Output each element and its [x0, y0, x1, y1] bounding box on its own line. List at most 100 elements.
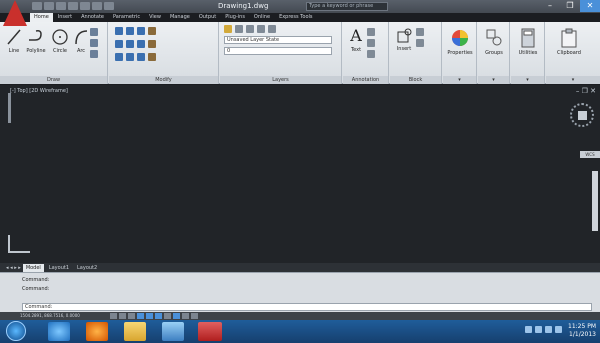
copy-icon[interactable] — [115, 40, 123, 48]
tab-manage[interactable]: Manage — [166, 13, 194, 22]
utilities-tool[interactable]: Utilities — [513, 28, 543, 56]
leader-icon[interactable] — [367, 39, 375, 47]
start-button[interactable] — [6, 321, 26, 341]
tray-network-icon[interactable] — [535, 326, 542, 333]
tray-power-icon[interactable] — [555, 326, 562, 333]
erase-icon[interactable] — [148, 27, 156, 35]
annotation-panel-title[interactable]: Annotation — [343, 76, 388, 84]
layer-state-dropdown[interactable]: Unsaved Layer State — [224, 36, 332, 44]
groups-tool[interactable]: Groups — [480, 28, 508, 56]
viewport-window-controls[interactable]: – ❐ ✕ — [576, 87, 596, 95]
tab-layout2[interactable]: Layout2 — [74, 264, 100, 272]
save-icon[interactable] — [56, 2, 66, 10]
open-icon[interactable] — [44, 2, 54, 10]
tab-online[interactable]: Online — [250, 13, 274, 22]
dynamic-input-icon[interactable] — [173, 313, 180, 319]
scale-icon[interactable] — [126, 53, 134, 61]
object-snap-icon[interactable] — [146, 313, 153, 319]
gradient-icon[interactable] — [90, 50, 98, 58]
tab-express-tools[interactable]: Express Tools — [275, 13, 316, 22]
properties-panel-arrow[interactable]: ▾ — [443, 76, 476, 84]
firefox-icon[interactable] — [86, 322, 108, 341]
tab-home[interactable]: Home — [30, 13, 53, 22]
offset-icon[interactable] — [148, 53, 156, 61]
tab-parametric[interactable]: Parametric — [109, 13, 144, 22]
stretch-icon[interactable] — [115, 53, 123, 61]
properties-tool[interactable]: Properties — [445, 28, 475, 56]
insert-tool[interactable]: Insert — [394, 28, 414, 52]
undo-icon[interactable] — [92, 2, 102, 10]
internet-explorer-icon[interactable] — [48, 322, 70, 341]
command-input[interactable]: Command: — [22, 303, 592, 311]
viewcube[interactable] — [570, 103, 594, 127]
tab-plugins[interactable]: Plug-ins — [221, 13, 249, 22]
layer-lock-icon[interactable] — [268, 25, 276, 33]
utilities-panel-arrow[interactable]: ▾ — [511, 76, 544, 84]
ortho-mode-icon[interactable] — [128, 313, 135, 319]
viewcube-top-face[interactable] — [578, 111, 587, 120]
mirror-icon[interactable] — [126, 40, 134, 48]
layout-tab-nav-arrows[interactable]: ◂ ◂ ▸ ▸ — [6, 265, 21, 271]
create-block-icon[interactable] — [416, 28, 424, 36]
media-player-icon[interactable] — [162, 322, 184, 341]
wcs-menu[interactable]: WCS — [580, 151, 600, 158]
line-tool[interactable]: Line — [4, 28, 24, 54]
autocad-taskbar-icon[interactable] — [198, 322, 222, 341]
search-input[interactable]: Type a keyword or phrase — [306, 2, 388, 11]
groups-panel-arrow[interactable]: ▾ — [478, 76, 509, 84]
tab-layout1[interactable]: Layout1 — [46, 264, 72, 272]
hatch-icon[interactable] — [90, 39, 98, 47]
dimension-icon[interactable] — [367, 28, 375, 36]
close-button[interactable]: ✕ — [580, 0, 600, 12]
tab-model[interactable]: Model — [22, 263, 44, 272]
trim-icon[interactable] — [137, 27, 145, 35]
object-snap-tracking-icon[interactable] — [155, 313, 162, 319]
tab-output[interactable]: Output — [195, 13, 220, 22]
navigation-bar[interactable] — [592, 171, 598, 231]
viewport-controls-label[interactable]: [-] Top] [2D Wireframe] — [10, 88, 68, 94]
file-explorer-icon[interactable] — [124, 322, 146, 341]
array-icon[interactable] — [137, 53, 145, 61]
arc-tool[interactable]: Arc — [72, 28, 90, 54]
taskbar-clock[interactable]: 11:25 PM 1/1/2013 — [568, 323, 596, 339]
circle-tool[interactable]: Circle — [50, 28, 70, 54]
edit-block-icon[interactable] — [416, 39, 424, 47]
rectangle-icon[interactable] — [90, 28, 98, 36]
layer-isolate-icon[interactable] — [246, 25, 254, 33]
modify-panel-title[interactable]: Modify — [109, 76, 218, 84]
redo-icon[interactable] — [104, 2, 114, 10]
current-layer-dropdown[interactable]: 0 — [224, 47, 332, 55]
layer-properties-icon[interactable] — [224, 25, 232, 33]
save-as-icon[interactable] — [68, 2, 78, 10]
tab-view[interactable]: View — [145, 13, 165, 22]
polyline-tool[interactable]: Polyline — [24, 28, 48, 54]
autocad-logo-icon[interactable] — [3, 0, 27, 26]
minimize-button[interactable]: – — [540, 0, 560, 12]
layers-panel-title[interactable]: Layers — [220, 76, 341, 84]
new-icon[interactable] — [32, 2, 42, 10]
clipboard-panel-arrow[interactable]: ▾ — [546, 76, 600, 84]
explode-icon[interactable] — [148, 40, 156, 48]
maximize-button[interactable]: ❐ — [560, 0, 580, 12]
drawing-canvas[interactable]: [-] Top] [2D Wireframe] – ❐ ✕ WCS — [0, 85, 600, 263]
snap-mode-icon[interactable] — [110, 313, 117, 319]
quick-properties-icon[interactable] — [191, 313, 198, 319]
tray-flag-icon[interactable] — [525, 326, 532, 333]
move-icon[interactable] — [115, 27, 123, 35]
table-icon[interactable] — [367, 50, 375, 58]
grid-display-icon[interactable] — [119, 313, 126, 319]
clipboard-tool[interactable]: Clipboard — [552, 28, 586, 56]
rotate-icon[interactable] — [126, 27, 134, 35]
tab-annotate[interactable]: Annotate — [77, 13, 108, 22]
fillet-icon[interactable] — [137, 40, 145, 48]
tab-insert[interactable]: Insert — [54, 13, 76, 22]
tray-volume-icon[interactable] — [545, 326, 552, 333]
lineweight-icon[interactable] — [182, 313, 189, 319]
dynamic-ucs-icon[interactable] — [164, 313, 171, 319]
layer-freeze-icon[interactable] — [257, 25, 265, 33]
block-panel-title[interactable]: Block — [390, 76, 441, 84]
draw-panel-title[interactable]: Draw — [0, 76, 107, 84]
polar-tracking-icon[interactable] — [137, 313, 144, 319]
text-tool[interactable]: A Text — [347, 26, 365, 53]
plot-icon[interactable] — [80, 2, 90, 10]
